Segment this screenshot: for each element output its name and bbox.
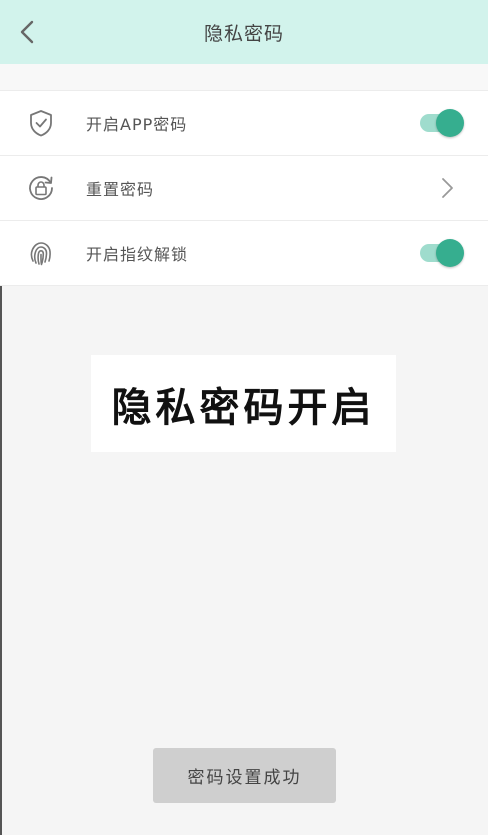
header-spacer xyxy=(0,64,488,90)
caption-text: 隐私密码开启 xyxy=(111,384,376,431)
setting-row-fingerprint[interactable]: 开启指纹解锁 xyxy=(0,221,488,286)
setting-label-reset-password: 重置密码 xyxy=(86,180,155,199)
caption-banner: 隐私密码开启 xyxy=(91,355,396,452)
setting-row-app-password[interactable]: 开启APP密码 xyxy=(0,91,488,156)
success-toast: 密码设置成功 xyxy=(153,748,336,803)
top-bar: 隐私密码 xyxy=(0,0,488,64)
setting-label-app-password: 开启APP密码 xyxy=(86,115,188,134)
setting-row-reset-password[interactable]: 重置密码 xyxy=(0,156,488,221)
back-button[interactable] xyxy=(10,14,44,50)
chevron-left-icon xyxy=(20,20,34,44)
shield-check-icon xyxy=(26,108,56,138)
toggle-knob xyxy=(436,109,464,137)
fingerprint-toggle[interactable] xyxy=(420,239,464,267)
app-password-toggle[interactable] xyxy=(420,109,464,137)
chevron-right-icon xyxy=(442,178,453,198)
fingerprint-icon xyxy=(26,238,56,268)
toggle-knob xyxy=(436,239,464,267)
lock-reset-icon xyxy=(26,173,56,203)
settings-list: 开启APP密码 重置密码 开启指纹解锁 xyxy=(0,90,488,286)
toast-message: 密码设置成功 xyxy=(187,768,302,788)
page-title: 隐私密码 xyxy=(203,22,284,45)
setting-label-fingerprint: 开启指纹解锁 xyxy=(86,245,189,264)
